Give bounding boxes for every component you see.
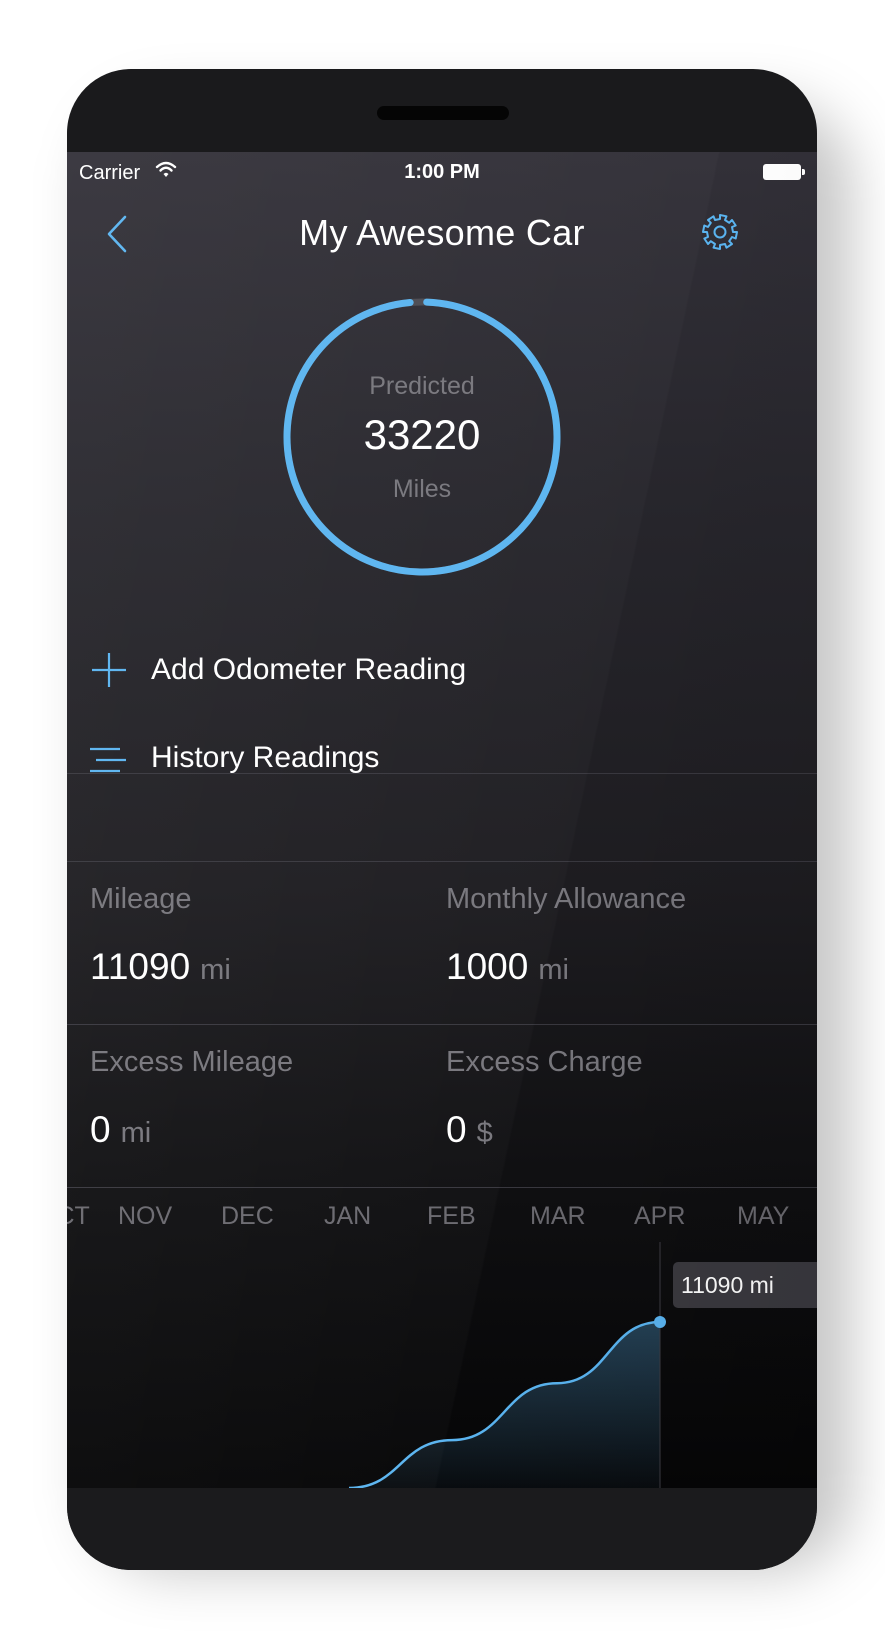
stat-value: 1000 mi [446, 946, 569, 987]
stat-label: Monthly Allowance [446, 883, 687, 915]
gear-hub [713, 225, 727, 239]
month-label[interactable]: DEC [221, 1202, 274, 1231]
stat-label: Excess Mileage [90, 1046, 294, 1078]
divider [67, 861, 817, 862]
phone-chin [67, 1488, 817, 1570]
stat-value: 11090 mi [90, 946, 231, 987]
chart-point [654, 1316, 666, 1328]
month-label[interactable]: NOV [118, 1202, 172, 1231]
prediction-label: Predicted [369, 372, 475, 400]
month-label[interactable]: OCT [67, 1202, 90, 1231]
value-tooltip: 11090 mi [673, 1262, 817, 1308]
history-readings-label: History Readings [151, 741, 380, 774]
stat-label: Excess Charge [446, 1046, 643, 1078]
stat-excess-mileage: Excess Mileage 0 mi [90, 1026, 430, 1186]
battery-icon [763, 164, 805, 180]
stat-monthly-allowance: Monthly Allowance 1000 mi [446, 863, 786, 1023]
status-time: 1:00 PM [404, 161, 480, 183]
list-icon [90, 747, 126, 773]
gear-outline [702, 214, 738, 250]
navigation-bar: My Awesome Car [67, 192, 817, 272]
stat-mileage: Mileage 11090 mi [90, 863, 430, 1023]
speaker-grille [377, 106, 509, 120]
gear-icon[interactable] [700, 212, 740, 252]
stat-value: 0 mi [90, 1109, 152, 1150]
stat-label: Mileage [90, 883, 192, 915]
prediction-readout: Predicted 33220 Miles [277, 292, 567, 582]
add-odometer-reading-label: Add Odometer Reading [151, 653, 467, 686]
divider [67, 1024, 817, 1025]
status-bar: Carrier 1:00 PM [67, 152, 817, 192]
history-readings-button[interactable]: History Readings [67, 715, 817, 803]
plus-icon [92, 653, 126, 687]
divider [67, 1187, 817, 1188]
month-label[interactable]: APR [634, 1202, 685, 1231]
month-label[interactable]: MAY [737, 1202, 789, 1231]
prediction-unit: Miles [392, 475, 452, 503]
stat-value: 0 $ [446, 1109, 493, 1150]
add-odometer-reading-button[interactable]: Add Odometer Reading [67, 627, 817, 715]
app-screen: Carrier 1:00 PM My Awesome Car Predicted… [67, 152, 817, 1488]
month-label[interactable]: FEB [427, 1202, 476, 1231]
phone-frame: Carrier 1:00 PM My Awesome Car Predicted… [67, 69, 817, 1570]
stat-excess-charge: Excess Charge 0 $ [446, 1026, 786, 1186]
month-scroller[interactable]: OCT NOV DEC JAN FEB MAR APR MAY [67, 1202, 817, 1242]
month-label[interactable]: JAN [324, 1202, 371, 1231]
prediction-value: 33220 [363, 411, 481, 458]
month-label[interactable]: MAR [530, 1202, 586, 1231]
